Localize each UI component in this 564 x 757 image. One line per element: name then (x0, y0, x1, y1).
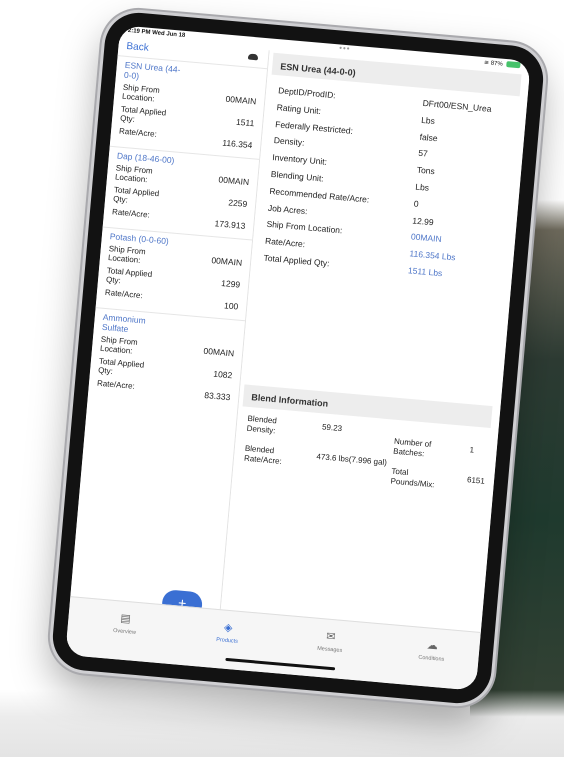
ship-value: 00MAIN (211, 255, 243, 268)
blend-density-label: Blended Density: (246, 413, 278, 436)
rate-value: 83.333 (203, 390, 231, 403)
field-value: 57 (417, 148, 429, 159)
envelope-icon: ✉ (325, 630, 336, 644)
ship-label: Ship From Location: (114, 163, 154, 185)
blend-density-value: 59.23 (321, 422, 343, 434)
field-value: Lbs (414, 181, 430, 193)
ship-label: Ship From Location: (121, 82, 161, 104)
qty-label: Total Applied Qty: (119, 104, 167, 124)
tab-products[interactable]: ◈ Products (192, 618, 264, 647)
document-icon: ▤ (119, 612, 132, 626)
ship-value: 00MAIN (218, 174, 250, 188)
rate-value: 173.913 (214, 218, 246, 231)
qty-value: 1511 (235, 116, 255, 129)
field-value: Lbs (420, 114, 436, 126)
field-value: 12.99 (412, 215, 435, 227)
ship-label: Ship From Location: (99, 334, 139, 356)
field-value: false (419, 131, 439, 143)
product-card[interactable]: Potash (0-0-60) Ship From Location: 00MA… (95, 226, 253, 321)
qty-value: 2259 (227, 197, 248, 209)
battery-icon (506, 61, 521, 69)
ship-label: Ship From Location: (107, 244, 146, 265)
qty-label: Total Applied Qty: (105, 266, 153, 286)
battery-percent: 87% (490, 60, 503, 68)
batches-value: 1 (469, 445, 475, 455)
tab-label: Overview (112, 627, 137, 636)
multitask-dots[interactable]: ••• (339, 43, 351, 53)
blend-rate-value: 473.6 lbs(7.996 gal) (316, 452, 388, 468)
status-right: ≋ 87% (484, 59, 521, 69)
rate-label: Rate/Acre: (118, 126, 158, 139)
tablet-device: 2:19 PM Wed Jun 18 ••• ≋ 87% Back ESN Ur… (50, 10, 546, 706)
tab-overview[interactable]: ▤ Overview (89, 609, 161, 638)
field-value: Tons (416, 164, 436, 177)
qty-label: Total Applied Qty: (112, 185, 160, 205)
weather-icon: ☁ (426, 639, 439, 653)
qty-value: 1299 (220, 278, 241, 290)
field-value: 0 (413, 198, 420, 209)
rate-label: Rate/Acre: (104, 287, 144, 301)
blend-rate-label: Blended Rate/Acre: (243, 443, 283, 466)
rate-label: Rate/Acre: (111, 207, 151, 220)
field-value: DFrt00/ESN_Urea (422, 97, 492, 114)
boxes-icon: ◈ (223, 621, 233, 635)
status-time: 2:19 PM Wed Jun 18 (127, 27, 186, 39)
tablet-screen: 2:19 PM Wed Jun 18 ••• ≋ 87% Back ESN Ur… (65, 25, 531, 691)
tab-label: Messages (316, 645, 343, 654)
qty-label: Total Applied Qty: (97, 356, 145, 376)
batches-label: Number of Batches: (392, 436, 432, 459)
tab-messages[interactable]: ✉ Messages (295, 627, 367, 656)
rate-label: Rate/Acre: (96, 378, 136, 391)
product-name[interactable]: Ammonium Sulfate (102, 312, 164, 337)
product-card[interactable]: Ammonium Sulfate Ship From Location: 00M… (87, 307, 246, 411)
tab-conditions[interactable]: ☁ Conditions (396, 636, 468, 665)
product-detail-pane: ESN Urea (44-0-0) DeptID/ProdID: DFrt00/E… (220, 50, 531, 633)
product-list: ESN Urea (44-0-0) Ship From Location: 00… (87, 55, 268, 411)
ship-value: 00MAIN (225, 93, 257, 107)
ship-value: 00MAIN (203, 345, 235, 359)
total-qty-link[interactable]: 1511 Lbs (408, 265, 443, 278)
product-name[interactable]: ESN Urea (44-0-0) (124, 60, 186, 85)
product-card[interactable]: ESN Urea (44-0-0) Ship From Location: 00… (109, 55, 268, 159)
tab-label: Products (215, 636, 239, 645)
pounds-value: 6151 (466, 475, 486, 486)
back-button[interactable]: Back (126, 41, 149, 54)
wifi-icon: ≋ (483, 60, 490, 67)
rate-value: 116.354 (221, 137, 253, 151)
cloud-icon[interactable] (247, 53, 259, 61)
ship-from-link[interactable]: 00MAIN (411, 232, 442, 245)
product-card[interactable]: Dap (18-46-00) Ship From Location: 00MAI… (102, 145, 260, 240)
qty-value: 1082 (212, 368, 233, 381)
pounds-label: Total Pounds/Mix: (390, 466, 435, 490)
tab-label: Conditions (418, 654, 445, 663)
home-indicator[interactable] (225, 657, 336, 671)
detail-fields: DeptID/ProdID: DFrt00/ESN_Urea Rating Uni… (263, 85, 531, 295)
rate-value: 100 (223, 300, 239, 312)
